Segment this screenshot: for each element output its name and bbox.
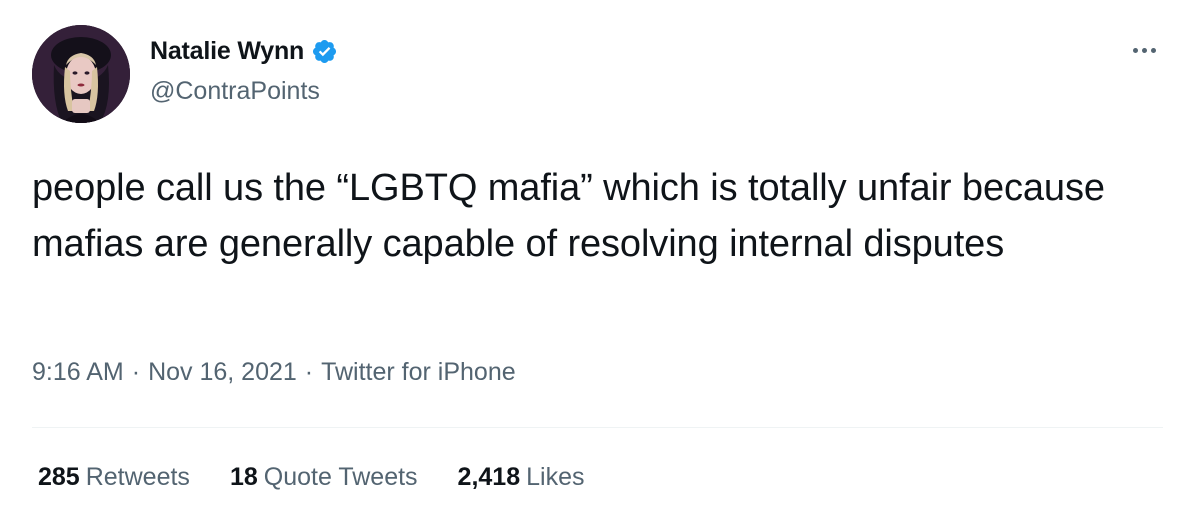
quote-tweets-label: Quote Tweets <box>263 463 418 491</box>
more-dot <box>1141 47 1147 53</box>
tweet-time[interactable]: 9:16 AM <box>32 358 124 387</box>
retweets-stat[interactable]: 285 Retweets <box>38 463 190 492</box>
more-dot <box>1150 47 1156 53</box>
tweet-text: people call us the “LGBTQ mafia” which i… <box>32 167 1105 265</box>
verified-badge-icon <box>313 39 337 64</box>
retweets-count: 285 <box>38 463 80 491</box>
more-dot <box>1132 47 1138 53</box>
tweet-meta: 9:16 AM · Nov 16, 2021 · Twitter for iPh… <box>32 358 516 387</box>
author-display-name[interactable]: Natalie Wynn <box>150 37 304 66</box>
meta-separator: · <box>304 358 314 386</box>
retweets-label: Retweets <box>85 463 190 491</box>
likes-count: 2,418 <box>457 463 521 491</box>
likes-stat[interactable]: 2,418 Likes <box>458 463 585 492</box>
tweet-source[interactable]: Twitter for iPhone <box>321 358 516 387</box>
avatar-image <box>32 25 130 123</box>
quote-tweets-count: 18 <box>229 463 258 491</box>
more-options-icon[interactable] <box>1124 38 1164 62</box>
tweet-date[interactable]: Nov 16, 2021 <box>148 358 297 387</box>
avatar[interactable] <box>32 25 130 123</box>
tweet-stats: 285 Retweets 18 Quote Tweets 2,418 Likes <box>38 463 624 492</box>
quote-tweets-stat[interactable]: 18 Quote Tweets <box>230 463 418 492</box>
likes-label: Likes <box>526 463 585 491</box>
meta-separator: · <box>131 358 141 386</box>
author-handle[interactable]: @ContraPoints <box>150 77 320 106</box>
author-name-row: Natalie Wynn <box>150 37 338 66</box>
divider <box>32 427 1163 428</box>
